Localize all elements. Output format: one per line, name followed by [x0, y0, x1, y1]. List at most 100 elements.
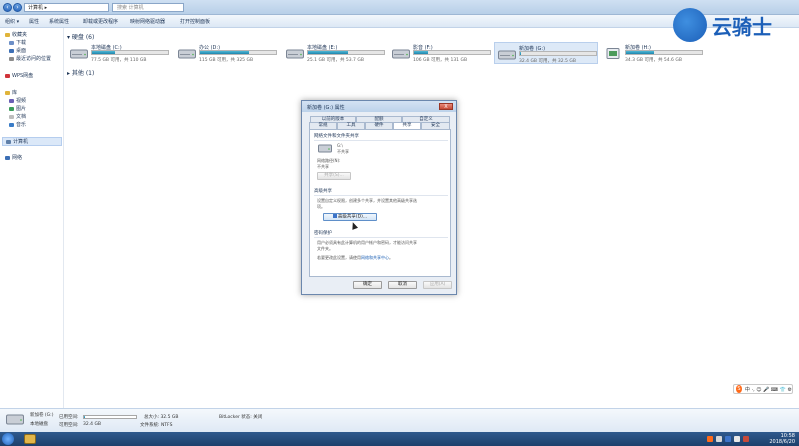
tab-hardware[interactable]: 硬件 [365, 122, 393, 129]
tray-icon[interactable] [716, 436, 722, 442]
sogou-icon: S [736, 385, 742, 393]
detail-free-value: 32.4 GB [83, 422, 102, 427]
drive-usage-bar [91, 50, 169, 55]
advanced-sharing-heading: 高级共享 [314, 189, 332, 194]
sidebar-item-wps-cloud[interactable]: WPS网盘 [5, 72, 33, 79]
desktop-icon [9, 48, 14, 53]
hard-drive-icon [498, 50, 516, 60]
picture-icon [9, 106, 14, 111]
hard-drive-icon [392, 49, 410, 59]
tab-general[interactable]: 常规 [309, 122, 337, 129]
drive-usage-fill [520, 52, 521, 55]
group-header-other[interactable]: ▸ 其他 (1) [67, 68, 94, 77]
sidebar-item-music[interactable]: 音乐 [9, 121, 26, 128]
sidebar-item-videos[interactable]: 视频 [9, 97, 26, 104]
sidebar-item-label: 桌面 [16, 48, 27, 54]
ime-toolbar[interactable]: S 中 ·, ☺ 🎤 ⌨ 👕 ⚙ [733, 384, 793, 394]
tray-icon[interactable] [743, 436, 749, 442]
close-button[interactable]: X [439, 103, 453, 110]
drive-f[interactable]: 影音 (F:) 106 GB 可用，共 131 GB [389, 42, 493, 64]
sidebar-item-favorites[interactable]: 收藏夹 [5, 31, 27, 38]
explorer-taskbar-icon[interactable] [24, 434, 36, 444]
back-arrow-icon: ‹ [6, 4, 9, 11]
sidebar-item-downloads[interactable]: 下载 [9, 39, 26, 46]
sidebar-item-recent[interactable]: 最近访问的位置 [9, 55, 51, 62]
sidebar-item-label: 下载 [16, 40, 27, 46]
drive-g[interactable]: 新加卷 (G:) 32.4 GB 可用，共 32.5 GB [494, 42, 598, 64]
sogou-tray-icon[interactable] [707, 436, 713, 442]
group-header-disks[interactable]: ▾ 硬盘 (6) [67, 32, 94, 41]
taskbar: 10:58 2018/6/20 [0, 432, 799, 446]
drive-h[interactable]: 新加卷 (H:) 34.3 GB 可用，共 54.6 GB [601, 42, 705, 64]
sidebar-item-desktop[interactable]: 桌面 [9, 47, 26, 54]
sidebar-item-network[interactable]: 网络 [5, 154, 22, 161]
share-button[interactable]: 共享(S)... [317, 172, 351, 180]
desktop: ‹ › 计算机 ▸ 搜索 计算机 组织 ▾ 属性 系统属性 卸载或更改程序 映射… [0, 0, 799, 446]
network-sharing-heading: 网络文件和文件夹共享 [314, 134, 359, 139]
volume-icon[interactable] [734, 436, 740, 442]
drive-d[interactable]: 办公 (D:) 115 GB 可用，共 325 GB [175, 42, 279, 64]
drive-c[interactable]: 本地磁盘 (C:) 77.5 GB 可用，共 110 GB [67, 42, 171, 64]
watermark-logo: 云骑士 [673, 8, 793, 42]
uninstall-program-button[interactable]: 卸载或更改程序 [83, 18, 118, 25]
map-network-drive-button[interactable]: 映射网络驱动器 [130, 18, 165, 25]
sidebar-item-libraries[interactable]: 库 [5, 89, 17, 96]
sidebar-item-pictures[interactable]: 图片 [9, 105, 26, 112]
drive-free-space: 115 GB 可用，共 325 GB [199, 58, 254, 63]
sidebar-item-documents[interactable]: 文档 [9, 113, 26, 120]
properties-button[interactable]: 属性 [29, 18, 39, 25]
detail-file-system: 文件系统: NTFS [140, 423, 173, 428]
open-control-panel-button[interactable]: 打开控制面板 [180, 18, 210, 25]
tab-security[interactable]: 安全 [421, 122, 450, 129]
detail-name: 新加卷 (G:) [30, 413, 54, 418]
detail-type: 本地磁盘 [30, 422, 48, 427]
network-sharing-center-link[interactable]: 网络和共享中心 [361, 255, 389, 260]
drive-usage-fill [626, 51, 655, 54]
advanced-sharing-button-label: 高级共享(D)... [337, 214, 368, 220]
hard-drive-icon [286, 49, 304, 59]
ime-status: 中 ·, ☺ 🎤 ⌨ 👕 ⚙ [744, 386, 792, 393]
shield-icon [332, 214, 337, 218]
tab-tools[interactable]: 工具 [337, 122, 365, 129]
hard-drive-icon [6, 414, 24, 425]
network-icon [5, 155, 10, 160]
sidebar-item-computer[interactable]: 计算机 [2, 137, 62, 146]
drive-icon [318, 144, 332, 153]
search-input[interactable]: 搜索 计算机 [112, 3, 184, 12]
drive-usage-fill [92, 51, 115, 54]
sidebar-item-label: 网络 [12, 155, 23, 161]
network-tray-icon[interactable] [725, 436, 731, 442]
drive-usage-fill [200, 51, 250, 54]
network-path-value: 不共享 [317, 164, 329, 169]
drive-usage-bar [625, 50, 703, 55]
ok-button[interactable]: 确定 [353, 281, 382, 289]
back-button[interactable]: ‹ [3, 3, 12, 12]
drive-usage-bar [307, 50, 385, 55]
music-icon [9, 122, 14, 127]
detail-free-label: 可用空间: [59, 423, 79, 428]
system-properties-button[interactable]: 系统属性 [49, 18, 69, 25]
advanced-sharing-button[interactable]: 高级共享(D)... [323, 213, 377, 221]
navigation-pane: 收藏夹 下载 桌面 最近访问的位置 WPS网盘 库 视频 图片 文档 音乐 计算… [0, 28, 64, 408]
forward-button[interactable]: › [13, 3, 22, 12]
drive-usage-bar [199, 50, 277, 55]
cloud-icon [5, 73, 10, 78]
download-icon [9, 40, 14, 45]
sidebar-item-label: 文档 [16, 114, 27, 120]
start-button[interactable] [2, 433, 14, 445]
organize-button[interactable]: 组织 ▾ [5, 18, 19, 25]
apply-button[interactable]: 应用(A) [423, 281, 452, 289]
clock[interactable]: 10:58 2018/6/20 [769, 433, 795, 445]
cancel-button[interactable]: 取消 [388, 281, 417, 289]
address-bar[interactable]: 计算机 ▸ [24, 3, 109, 12]
sharing-tab-panel: 网络文件和文件夹共享 G:\ 不共享 网络路径(N): 不共享 共享(S)...… [309, 129, 451, 277]
drive-usage-bar [519, 51, 597, 56]
detail-bitlocker: BitLocker 状态: 关闭 [219, 415, 263, 420]
share-item-status: 不共享 [337, 149, 349, 154]
drive-free-space: 25.1 GB 可用，共 53.7 GB [307, 58, 364, 63]
password-protection-desc-2: 文件夹。 [317, 246, 333, 251]
detail-used-label: 已用空间: [59, 415, 79, 420]
drive-free-space: 106 GB 可用，共 131 GB [413, 58, 468, 63]
knight-logo-icon [673, 8, 707, 42]
drive-e[interactable]: 本地磁盘 (E:) 25.1 GB 可用，共 53.7 GB [283, 42, 387, 64]
